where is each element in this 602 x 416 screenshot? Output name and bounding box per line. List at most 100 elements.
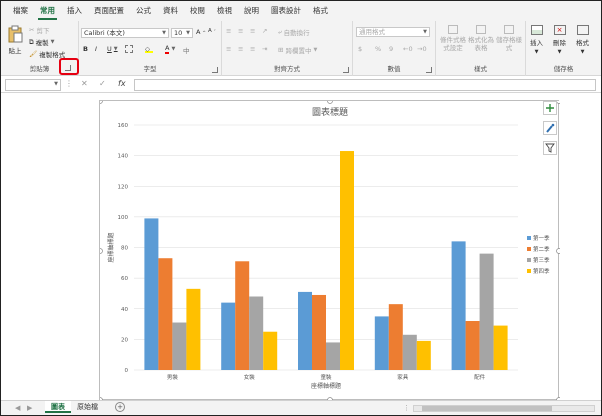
y-tick-label: 20: [121, 337, 128, 343]
font-color-button[interactable]: A ▼: [165, 44, 175, 54]
enter-button[interactable]: ✓: [99, 79, 106, 88]
insert-cells-button[interactable]: 插入 ▼: [530, 25, 543, 55]
font-size-combo[interactable]: 10 ▼: [171, 28, 193, 38]
tab-4[interactable]: 公式: [130, 5, 157, 21]
x-axis-title: 座標軸標題: [311, 382, 341, 390]
sheet-tab-chart[interactable]: 圖表: [45, 401, 71, 413]
y-tick-label: 140: [118, 154, 129, 160]
chevron-down-icon: ▼: [313, 47, 318, 53]
cells-group: 插入 ▼ × 刪除 ▼ 格式 ▼ 儲存格: [526, 21, 601, 76]
orientation-button[interactable]: ↗: [262, 27, 267, 35]
fill-color-button[interactable]: ◇: [145, 45, 153, 53]
align-bottom-button[interactable]: ≡: [250, 27, 255, 35]
tab-8[interactable]: 說明: [238, 5, 265, 21]
formula-bar: ▼ ⋮ ✕ ✓ fx: [1, 77, 601, 93]
bar-第一季-童裝: [298, 291, 312, 370]
percent-button[interactable]: %: [375, 45, 381, 53]
wrap-text-button[interactable]: ⤶ 自動換行: [278, 27, 310, 38]
y-tick-label: 60: [121, 276, 128, 282]
x-tick-label: 家具: [397, 373, 409, 381]
tab-10[interactable]: 格式: [307, 5, 334, 21]
tab-6[interactable]: 校閱: [184, 5, 211, 21]
horizontal-scrollbar[interactable]: [413, 405, 595, 412]
y-axis-title: 座標軸標題: [107, 232, 115, 262]
number-group: 通用格式 ▼ $ % 9 ←0 →0 數值: [353, 21, 436, 76]
bar-第三季-男裝: [172, 322, 187, 370]
format-as-table-button[interactable]: 格式化為表格: [468, 25, 494, 52]
grow-font-button[interactable]: A ^: [196, 28, 206, 36]
tab-5[interactable]: 資料: [157, 5, 184, 21]
chart-filters-button[interactable]: [543, 141, 557, 155]
tab-0[interactable]: 檔案: [7, 5, 34, 21]
number-group-label: 數值: [387, 65, 401, 73]
tab-3[interactable]: 頁面配置: [88, 5, 130, 21]
formula-input[interactable]: [134, 79, 596, 91]
paste-button[interactable]: 貼上: [6, 25, 24, 55]
tab-splitter-icon[interactable]: ⋮: [403, 404, 410, 412]
legend-entry: 第二季: [533, 245, 550, 253]
cancel-button[interactable]: ✕: [81, 79, 88, 88]
tab-1[interactable]: 常用: [34, 5, 61, 21]
bar-第二季-配件: [465, 321, 480, 370]
bar-第二季-家具: [388, 304, 403, 370]
cell-styles-button[interactable]: 儲存格樣式: [496, 25, 522, 52]
bar-第二季-童裝: [312, 294, 326, 370]
cut-button[interactable]: ✂ 剪下: [29, 25, 49, 35]
copy-label: 複製: [35, 39, 49, 47]
chart-styles-button[interactable]: [543, 121, 557, 135]
shrink-font-button[interactable]: A ˅: [208, 28, 216, 34]
y-tick-label: 120: [118, 184, 129, 190]
chevron-down-icon: ▼: [186, 30, 190, 36]
cut-label: 剪下: [36, 27, 50, 35]
new-sheet-button[interactable]: +: [115, 402, 125, 412]
font-name-combo[interactable]: Calibri (本文) ▼: [81, 28, 169, 38]
chart-object[interactable]: 圖表標題 0 20 40 60 80 100 120 140 160 男裝 女裝 童裝 家具 配件 座標軸標題…: [99, 100, 560, 401]
tab-2[interactable]: 插入: [61, 5, 88, 21]
prev-sheet-icon[interactable]: ◀: [15, 404, 20, 412]
italic-button[interactable]: I: [95, 45, 97, 53]
tab-9[interactable]: 圖表設計: [265, 5, 307, 21]
bar-第四季-童裝: [340, 151, 354, 370]
increase-decimal-button[interactable]: ←0: [403, 45, 413, 53]
bar-第二季-女裝: [235, 261, 250, 370]
decrease-decimal-button[interactable]: →0: [417, 45, 427, 53]
legend-swatch: [527, 269, 531, 273]
format-cells-button[interactable]: 格式 ▼: [576, 25, 589, 55]
number-dialog-launcher-icon[interactable]: [426, 67, 432, 73]
y-tick-label: 0: [125, 368, 129, 374]
legend-entry: 第三季: [533, 256, 550, 264]
merge-center-button[interactable]: ⊞ 跨欄置中 ▼: [278, 45, 317, 55]
delete-cells-button[interactable]: × 刪除 ▼: [553, 25, 566, 55]
align-right-button[interactable]: ≡: [250, 45, 255, 53]
chevron-down-icon: ▼: [113, 46, 118, 52]
currency-button[interactable]: $: [358, 45, 362, 53]
border-button[interactable]: [125, 45, 133, 53]
scrollbar-thumb[interactable]: [422, 406, 552, 411]
align-left-button[interactable]: ≡: [226, 45, 231, 53]
name-box[interactable]: ▼: [5, 79, 61, 91]
align-center-button[interactable]: ≡: [238, 45, 243, 53]
copy-button[interactable]: ⧉ 複製 ▼: [29, 37, 55, 48]
conditional-format-button[interactable]: 條件式格式設定: [440, 25, 466, 52]
alignment-dialog-launcher-icon[interactable]: [343, 67, 349, 73]
insert-function-button[interactable]: fx: [118, 79, 126, 88]
next-sheet-icon[interactable]: ▶: [27, 404, 32, 412]
tab-7[interactable]: 檢視: [211, 5, 238, 21]
phonetic-button[interactable]: 中: [183, 45, 190, 55]
insert-cells-icon: [530, 25, 543, 35]
align-middle-button[interactable]: ≡: [238, 27, 243, 35]
underline-button[interactable]: U ▼: [107, 45, 118, 53]
number-format-combo[interactable]: 通用格式 ▼: [356, 27, 430, 37]
sheet-tab-source[interactable]: 原始檔: [71, 401, 104, 413]
indent-button[interactable]: ⇥: [262, 45, 267, 53]
ribbon-tabs: 檔案 常用 插入 頁面配置 公式 資料 校閱 檢視 說明 圖表設計 格式: [1, 1, 601, 21]
comma-button[interactable]: 9: [389, 45, 393, 53]
resize-handle: [556, 101, 560, 104]
font-dialog-launcher-icon[interactable]: [212, 67, 218, 73]
bar-第一季-家具: [374, 316, 389, 370]
bold-button[interactable]: B: [83, 45, 88, 53]
chart-elements-button[interactable]: [543, 101, 557, 115]
align-top-button[interactable]: ≡: [226, 27, 231, 35]
legend-entry: 第一季: [533, 234, 550, 242]
x-tick-label: 男裝: [167, 373, 179, 381]
